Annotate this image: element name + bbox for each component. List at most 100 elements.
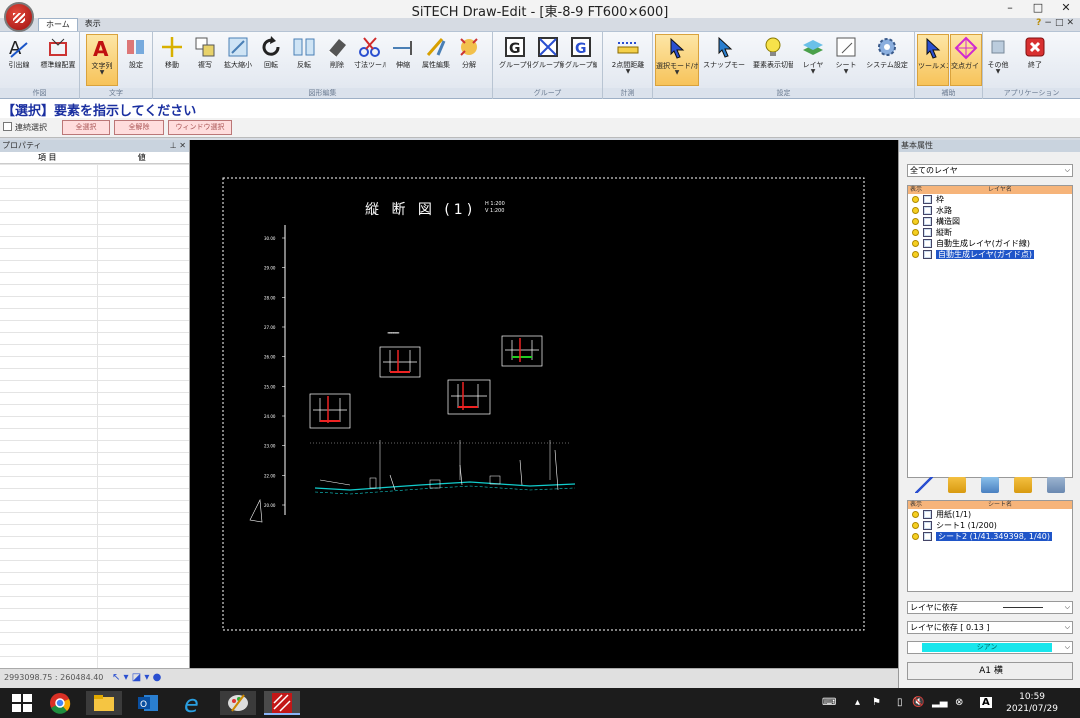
attribute-edit-button[interactable]: 属性編集 [420,34,452,86]
drawing-canvas[interactable]: 縦 断 図 (1) H 1:200 V 1:200 30.00 29.00 28.0… [190,140,898,668]
group-edit-button[interactable]: G グループ編集 [565,34,597,86]
visibility-bulb-icon[interactable] [912,251,919,258]
text-settings-button[interactable]: 設定 [120,34,152,86]
delete-button[interactable]: 削除 [321,34,353,86]
layer-copy-icon[interactable] [1014,477,1033,493]
layer-item[interactable]: 枠 [908,194,1072,205]
group-create-button[interactable]: G グループ化 [499,34,531,86]
copy-button[interactable]: 複写 [189,34,221,86]
sheet-item[interactable]: 用紙(1/1) [908,509,1072,520]
help-icon[interactable]: ? [1036,18,1041,31]
distance-button[interactable]: 2点間距離 ▼ [609,34,647,86]
pin-icon[interactable]: ⊥ ✕ [170,140,186,152]
pen-tool-icon[interactable] [914,477,933,493]
structure-detail-2[interactable] [309,393,351,429]
rotate-button[interactable]: 回転 [255,34,287,86]
layer-delete-icon[interactable] [1047,477,1066,493]
no-connection-icon[interactable]: ⊗ [955,697,963,708]
internet-explorer-icon[interactable]: e [176,690,212,718]
minimize-button[interactable]: – [996,0,1024,18]
text-string-button[interactable]: A 文字列 ▼ [86,34,118,86]
intersection-guide-button[interactable]: 交点ガイド [950,34,982,86]
select-all-button[interactable]: 全選択 [62,120,110,135]
system-settings-button[interactable]: システム設定 [863,34,911,86]
cursor-mode-icon[interactable]: ↖ ▾ ◪ ▾ ● [112,672,161,683]
layer-add-icon[interactable] [947,477,966,493]
close-button[interactable]: ✕ [1052,0,1080,18]
paper-size-button[interactable]: A1 横 [907,662,1073,680]
mdi-restore-button[interactable]: □ [1055,18,1064,31]
tray-chevron-icon[interactable]: ▴ [855,697,860,708]
visibility-bulb-icon[interactable] [912,511,919,518]
mdi-minimize-button[interactable]: − [1044,18,1052,31]
select-mode-button[interactable]: 選択モード/ポイント ▼ [655,34,699,86]
sheet-item-selected[interactable]: シート2 (1/41.349398, 1/40) [908,531,1072,542]
mirror-button[interactable]: 反転 [288,34,320,86]
signal-icon[interactable]: ▂▄ [932,697,947,708]
ime-icon[interactable]: A [980,697,992,708]
visibility-bulb-icon[interactable] [912,522,919,529]
flag-icon[interactable]: ⚑ [872,697,881,708]
battery-icon[interactable]: ▯ [897,697,903,708]
mdi-close-button[interactable]: ✕ [1066,18,1074,31]
layer-button[interactable]: レイヤ ▼ [797,34,829,86]
display-toggle-button[interactable]: 要素表示切替 [753,34,793,86]
maximize-button[interactable]: □ [1024,0,1052,18]
app-logo-icon[interactable] [4,2,34,32]
tool-menu-button[interactable]: ツールメニュー [917,34,949,86]
visibility-bulb-icon[interactable] [912,207,919,214]
dimension-tool-button[interactable]: 寸法ツール [354,34,386,86]
layer-item-selected[interactable]: 自動生成レイヤ(ガイド点) [908,249,1072,260]
leader-line-button[interactable]: A 引出線 [3,34,35,86]
extend-icon [393,41,412,55]
ungroup-icon [538,37,558,57]
profile-section[interactable] [249,440,576,523]
paint-app-icon[interactable] [220,691,256,715]
visibility-bulb-icon[interactable] [912,229,919,236]
other-button[interactable]: その他 ▼ [985,34,1011,86]
keyboard-icon[interactable]: ⌨ [822,697,836,708]
continuous-select-checkbox[interactable] [3,122,12,131]
layer-item[interactable]: 縦断 [908,227,1072,238]
linewidth-select[interactable]: レイヤに依存 [ 0.13 ] ⌵ [907,621,1073,634]
structure-detail-3[interactable] [447,379,491,415]
layer-item[interactable]: 水路 [908,205,1072,216]
taskbar-clock[interactable]: 10:59 2021/07/29 [1006,691,1058,715]
exit-button[interactable]: 終了 [1019,34,1051,86]
layer-item[interactable]: 自動生成レイヤ(ガイド線) [908,238,1072,249]
explode-button[interactable]: 分解 [453,34,485,86]
visibility-bulb-icon[interactable] [912,533,919,540]
chrome-icon[interactable] [42,691,78,715]
sheet-button[interactable]: シート ▼ [830,34,862,86]
group-release-button[interactable]: グループ解除 [532,34,564,86]
layer-filter-select[interactable]: 全てのレイヤ ⌵ [907,164,1073,177]
windows-start-icon[interactable] [4,691,40,715]
svg-text:A: A [93,37,109,60]
extend-button[interactable]: 伸縮 [387,34,419,86]
visibility-bulb-icon[interactable] [912,240,919,247]
visibility-bulb-icon[interactable] [912,196,919,203]
move-button[interactable]: 移動 [156,34,188,86]
sheet-item[interactable]: シート1 (1/200) [908,520,1072,531]
deselect-all-button[interactable]: 全解除 [114,120,164,135]
visibility-bulb-icon[interactable] [912,218,919,225]
tab-home[interactable]: ホーム [38,18,78,31]
color-select[interactable]: シアン ⌵ [907,641,1073,654]
file-explorer-icon[interactable] [86,691,122,715]
drawing-svg[interactable]: 縦 断 図 (1) H 1:200 V 1:200 30.00 29.00 28.0… [190,140,898,668]
structure-detail-1[interactable]: ────── [379,331,421,378]
layer-edit-icon[interactable] [980,477,999,493]
structure-detail-4[interactable] [501,335,543,367]
window-select-button[interactable]: ウィンドウ選択 [168,120,232,135]
tab-view[interactable]: 表示 [78,18,108,31]
scale-button[interactable]: 拡大縮小 [222,34,254,86]
linetype-select[interactable]: レイヤに依存 ⌵ [907,601,1073,614]
sitech-app-icon[interactable] [264,691,300,715]
standard-line-button[interactable]: 標準線配置 [38,34,78,86]
copy-icon [195,37,215,57]
layer-item[interactable]: 構造図 [908,216,1072,227]
snap-mode-button[interactable]: スナップモード [703,34,747,86]
volume-mute-icon[interactable]: 🔇 [912,697,924,708]
outlook-icon[interactable]: O [130,691,166,715]
property-grid[interactable] [0,164,189,668]
